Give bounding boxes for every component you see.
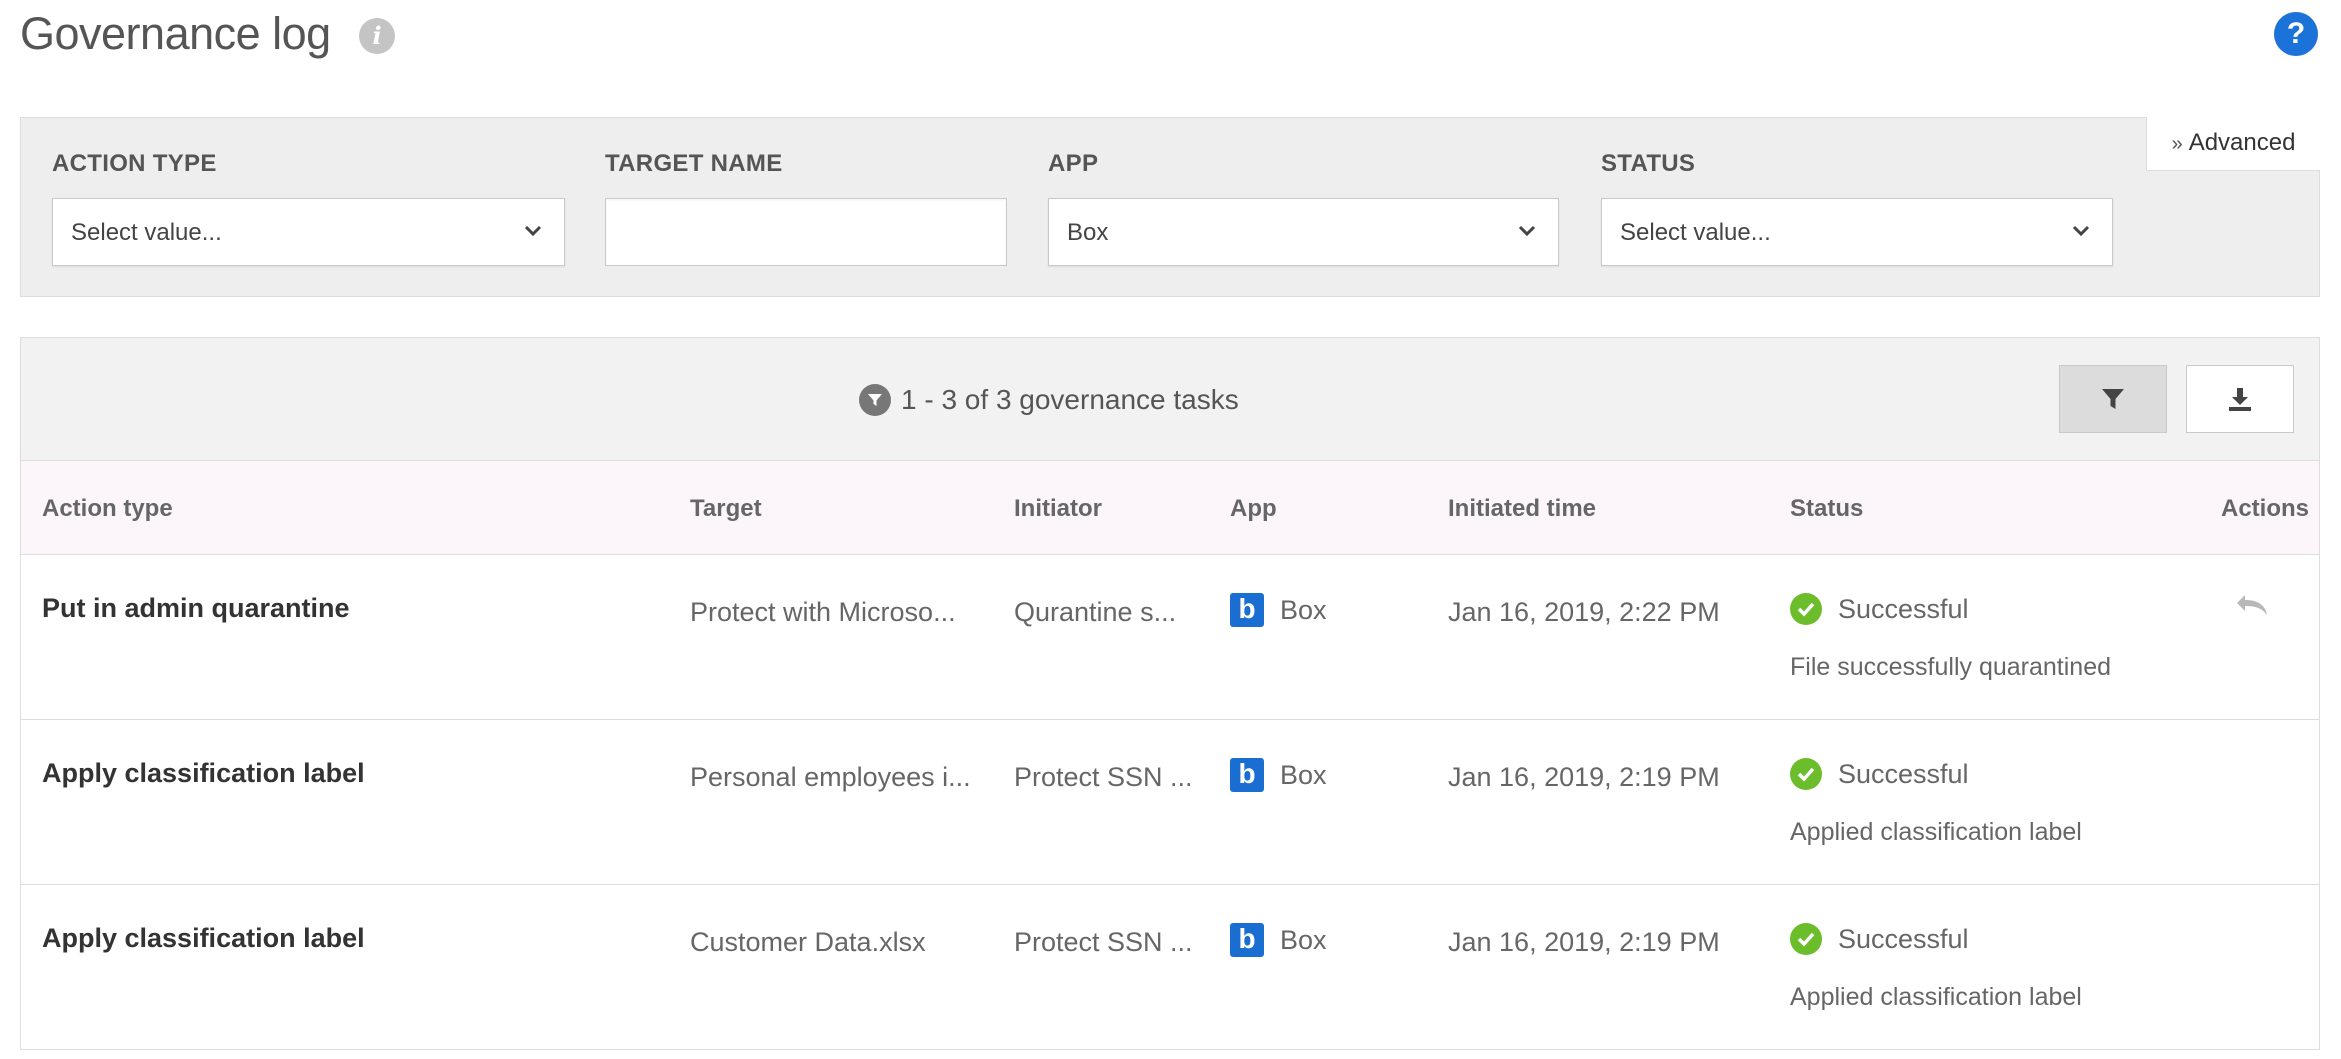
page-title: Governance log [20, 8, 331, 59]
download-icon [2229, 388, 2251, 411]
table-row[interactable]: Apply classification label Personal empl… [21, 720, 2319, 885]
column-header-action-type[interactable]: Action type [42, 495, 173, 523]
status-detail: Applied classification label [1790, 818, 2082, 846]
help-icon[interactable]: ? [2274, 12, 2318, 56]
advanced-label: Advanced [2188, 129, 2296, 156]
advanced-filters-button[interactable]: » Advanced [2146, 117, 2320, 171]
target-name-filter-label: TARGET NAME [605, 150, 783, 177]
initiated-time-cell: Jan 16, 2019, 2:19 PM [1448, 762, 1720, 792]
results-count-text: 1 - 3 of 3 governance tasks [901, 384, 1239, 415]
app-cell: b Box [1230, 923, 1327, 957]
info-icon[interactable]: i [359, 18, 395, 54]
action-type-filter-label: ACTION TYPE [52, 150, 217, 177]
chevron-down-icon [2072, 225, 2090, 237]
app-select[interactable]: Box [1048, 198, 1559, 266]
column-header-target[interactable]: Target [690, 495, 762, 523]
table-header-row: Action type Target Initiator App Initiat… [21, 461, 2319, 555]
initiated-time-cell: Jan 16, 2019, 2:22 PM [1448, 597, 1720, 627]
status-select[interactable]: Select value... [1601, 198, 2113, 266]
success-check-icon [1790, 593, 1822, 625]
app-cell: b Box [1230, 593, 1327, 627]
status-text: Successful [1838, 593, 1969, 624]
results-count: 1 - 3 of 3 governance tasks [859, 384, 1239, 416]
box-app-icon: b [1230, 923, 1264, 957]
undo-icon[interactable] [2233, 591, 2271, 621]
filter-toggle-button[interactable] [2059, 365, 2167, 433]
app-select-value: Box [1067, 219, 1109, 246]
column-header-initiator[interactable]: Initiator [1014, 495, 1102, 523]
status-text: Successful [1838, 758, 1969, 789]
double-chevron-down-icon: » [2171, 133, 2183, 155]
page-header: Governance log i ? [20, 0, 2320, 80]
action-type-cell: Apply classification label [42, 758, 365, 788]
status-select-value: Select value... [1620, 219, 1771, 246]
action-type-select-value: Select value... [71, 219, 222, 246]
target-name-input[interactable] [605, 198, 1007, 266]
table-row[interactable]: Apply classification label Customer Data… [21, 885, 2319, 1050]
filter-icon [2102, 389, 2124, 409]
action-type-select[interactable]: Select value... [52, 198, 565, 266]
chevron-down-icon [524, 225, 542, 237]
app-cell: b Box [1230, 758, 1327, 792]
filter-panel: ACTION TYPE Select value... TARGET NAME … [20, 117, 2320, 297]
column-header-status[interactable]: Status [1790, 495, 1863, 523]
column-header-initiated-time[interactable]: Initiated time [1448, 495, 1596, 523]
status-cell: Successful [1790, 923, 1969, 955]
initiator-cell[interactable]: Protect SSN ... [1014, 927, 1193, 958]
action-type-cell: Put in admin quarantine [42, 593, 350, 623]
table-row[interactable]: Put in admin quarantine Protect with Mic… [21, 555, 2319, 720]
status-detail: Applied classification label [1790, 983, 2082, 1011]
filter-icon [859, 384, 891, 416]
app-name: Box [1280, 759, 1327, 790]
status-filter-label: STATUS [1601, 150, 1696, 177]
download-button[interactable] [2186, 365, 2294, 433]
initiator-cell[interactable]: Protect SSN ... [1014, 762, 1193, 793]
status-cell: Successful [1790, 593, 1969, 625]
app-filter-label: APP [1048, 150, 1099, 177]
initiator-cell[interactable]: Qurantine s... [1014, 597, 1176, 628]
results-toolbar: 1 - 3 of 3 governance tasks [21, 338, 2319, 461]
app-name: Box [1280, 924, 1327, 955]
results-panel: 1 - 3 of 3 governance tasks Action type … [20, 337, 2320, 1050]
success-check-icon [1790, 923, 1822, 955]
column-header-actions: Actions [2221, 495, 2310, 522]
column-header-app[interactable]: App [1230, 495, 1277, 523]
box-app-icon: b [1230, 593, 1264, 627]
target-cell[interactable]: Protect with Microso... [690, 597, 956, 628]
box-app-icon: b [1230, 758, 1264, 792]
success-check-icon [1790, 758, 1822, 790]
target-cell[interactable]: Personal employees i... [690, 762, 971, 793]
app-name: Box [1280, 594, 1327, 625]
status-text: Successful [1838, 923, 1969, 954]
status-detail: File successfully quarantined [1790, 653, 2111, 681]
initiated-time-cell: Jan 16, 2019, 2:19 PM [1448, 927, 1720, 957]
target-cell[interactable]: Customer Data.xlsx [690, 927, 926, 958]
status-cell: Successful [1790, 758, 1969, 790]
action-type-cell: Apply classification label [42, 923, 365, 953]
chevron-down-icon [1518, 225, 1536, 237]
